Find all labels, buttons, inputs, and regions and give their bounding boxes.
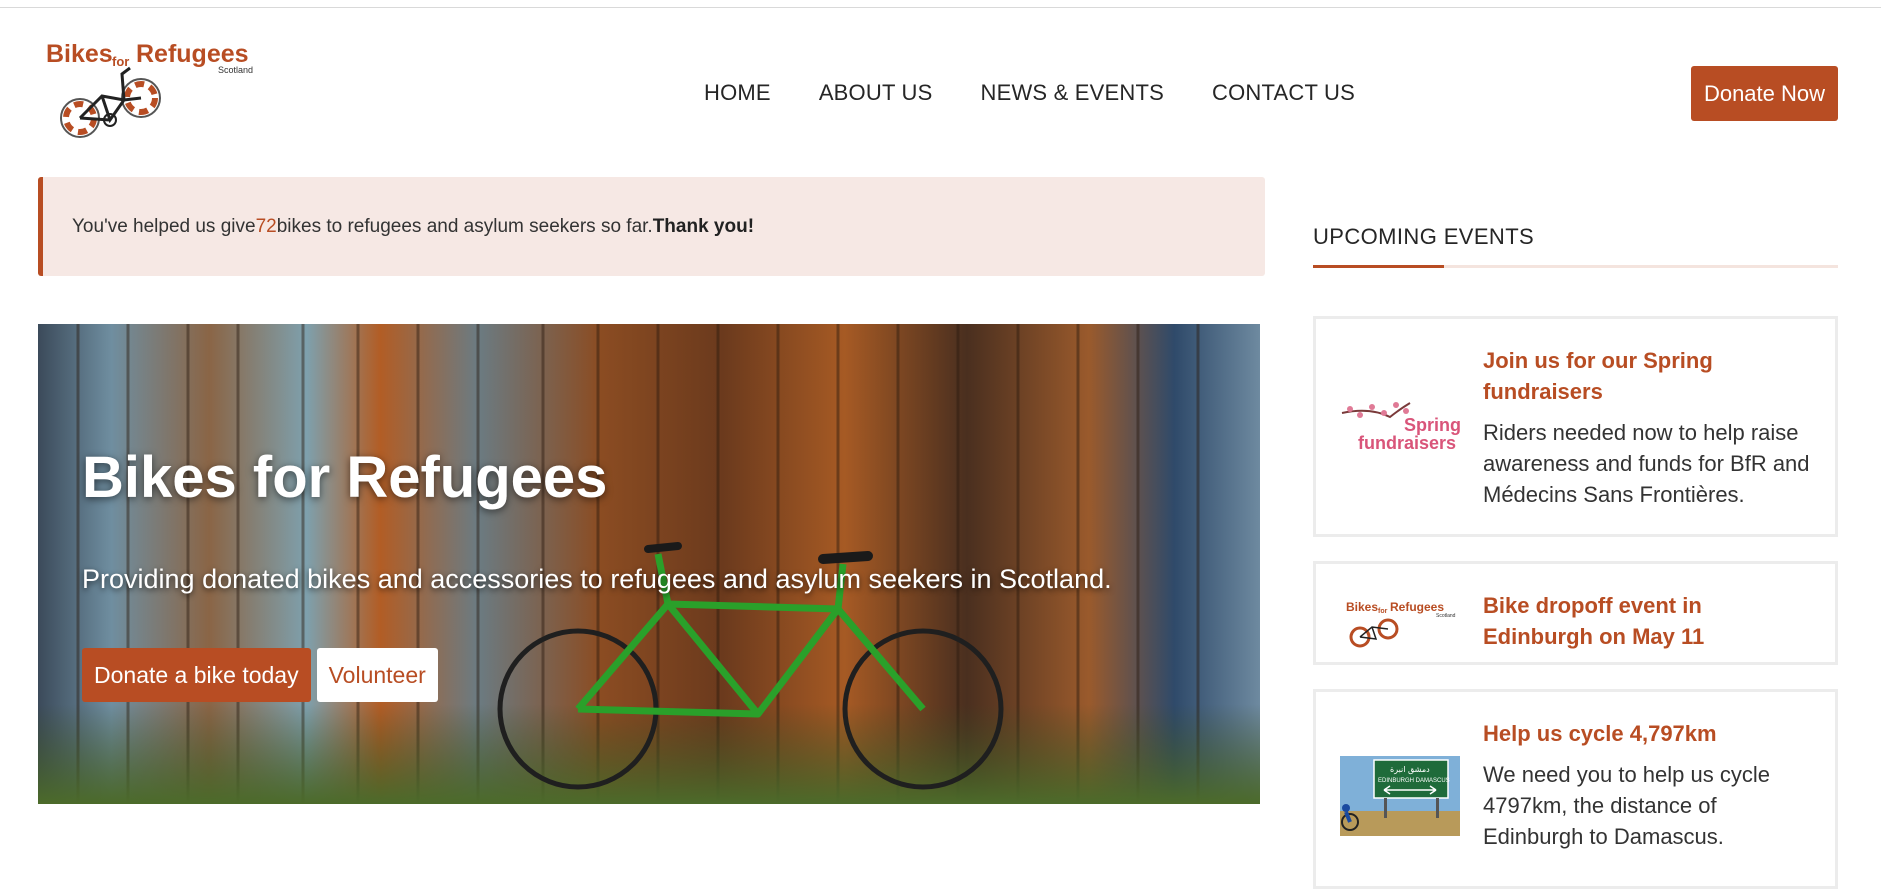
event-description: We need you to help us cycle 4797km, the… — [1483, 762, 1770, 849]
hero-title: Bikes for Refugees — [82, 445, 608, 510]
top-border-line — [0, 7, 1881, 8]
event-description: Riders needed now to help raise awarenes… — [1483, 420, 1810, 507]
svg-text:Scotland: Scotland — [1436, 613, 1456, 619]
svg-text:دمشق انبرة: دمشق انبرة — [1390, 765, 1430, 774]
nav-home-link[interactable]: HOME — [704, 80, 771, 106]
donate-bike-button[interactable]: Donate a bike today — [82, 648, 311, 702]
notice-prefix: You've helped us give — [72, 215, 256, 237]
damascus-sign-thumbnail: دمشق انبرة EDINBURGH DAMASCUS — [1340, 756, 1460, 836]
hero-buttons: Donate a bike today Volunteer — [82, 648, 438, 702]
svg-text:for: for — [1378, 608, 1388, 615]
bikes-count: 72 — [255, 215, 277, 237]
spring-thumb-word-2: fundraisers — [1358, 433, 1456, 453]
svg-text:Bikes: Bikes — [1346, 600, 1378, 614]
svg-text:Refugees: Refugees — [1390, 600, 1444, 614]
upcoming-events-heading: UPCOMING EVENTS — [1313, 224, 1535, 249]
svg-text:for: for — [112, 54, 129, 69]
site-logo[interactable]: Bikes for Refugees Scotland — [44, 38, 262, 140]
volunteer-button[interactable]: Volunteer — [316, 648, 438, 702]
main-nav: HOME ABOUT US NEWS & EVENTS CONTACT US — [704, 80, 1355, 106]
svg-text:Scotland: Scotland — [218, 65, 253, 75]
nav-contact-link[interactable]: CONTACT US — [1212, 80, 1355, 106]
bfr-logo-thumbnail: Bikes for Refugees Scotland — [1340, 599, 1460, 649]
svg-text:Refugees: Refugees — [136, 40, 249, 68]
event-title[interactable]: Join us for our Spring fundraisers — [1483, 345, 1817, 407]
nav-about-link[interactable]: ABOUT US — [819, 80, 933, 106]
spring-thumb-word-1: Spring — [1404, 415, 1460, 435]
nav-news-events-link[interactable]: NEWS & EVENTS — [980, 80, 1164, 106]
event-card-spring-fundraisers[interactable]: Spring fundraisers Join us for our Sprin… — [1313, 316, 1838, 537]
spring-fundraisers-thumbnail: Spring fundraisers — [1340, 399, 1461, 453]
event-card-bike-dropoff[interactable]: Bikes for Refugees Scotland Bike dropoff… — [1313, 561, 1838, 665]
event-card-cycle-4797km[interactable]: دمشق انبرة EDINBURGH DAMASCUS Help us cy… — [1313, 689, 1838, 889]
bikes-given-notice: You've helped us give 72 bikes to refuge… — [38, 177, 1265, 276]
notice-thanks: Thank you! — [652, 215, 755, 237]
svg-text:Bikes: Bikes — [46, 40, 113, 68]
event-title[interactable]: Bike dropoff event in Edinburgh on May 1… — [1483, 590, 1817, 652]
notice-suffix: bikes to refugees and asylum seekers so … — [276, 215, 653, 237]
heading-divider-accent — [1313, 265, 1444, 268]
event-title[interactable]: Help us cycle 4,797km — [1483, 718, 1817, 749]
hero-subtitle: Providing donated bikes and accessories … — [82, 564, 1112, 594]
hero-banner: Bikes for Refugees Providing donated bik… — [38, 324, 1260, 804]
svg-text:EDINBURGH DAMASCUS: EDINBURGH DAMASCUS — [1378, 778, 1450, 784]
donate-now-button[interactable]: Donate Now — [1691, 66, 1838, 121]
